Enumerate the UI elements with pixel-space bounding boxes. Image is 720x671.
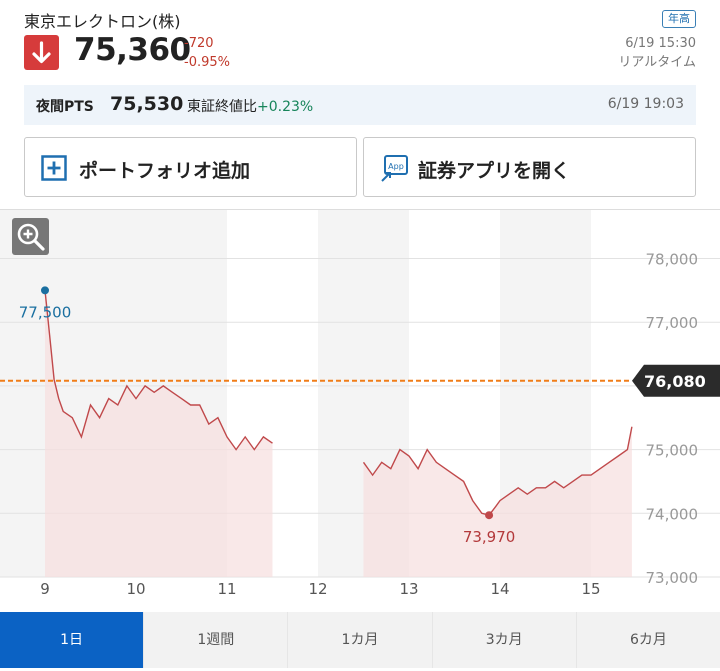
x-tick-label: 11	[217, 580, 236, 598]
pts-label: 夜間PTS	[36, 99, 94, 115]
pts-datetime: 6/19 19:03	[607, 96, 684, 112]
pts-bar: 夜間PTS 75,530 東証終値比+0.23% 6/19 19:03	[24, 85, 696, 125]
stock-name: 東京エレクトロン(株)	[24, 12, 181, 31]
period-tab[interactable]: 3カ月	[431, 612, 576, 668]
low-marker	[485, 511, 494, 520]
add-portfolio-label: ポートフォリオ追加	[79, 160, 251, 182]
x-tick-label: 9	[40, 580, 50, 598]
period-tab[interactable]: 1日	[0, 612, 144, 668]
period-tab[interactable]: 1週間	[143, 612, 287, 668]
current-price: 75,360	[74, 32, 191, 68]
x-tick-label: 15	[581, 580, 600, 598]
x-tick-label: 10	[126, 580, 145, 598]
realtime-label: リアルタイム	[618, 55, 696, 70]
year-high-badge: 年高	[662, 10, 696, 28]
low-label: 73,970	[463, 528, 516, 546]
price-change: -720 -0.95%	[184, 34, 230, 72]
x-tick-label: 13	[399, 580, 418, 598]
change-value: -720	[184, 36, 214, 51]
open-app-button[interactable]: App 証券アプリを開く	[363, 137, 696, 197]
open-app-label: 証券アプリを開く	[418, 160, 571, 182]
plus-square-icon	[41, 155, 67, 185]
intraday-chart[interactable]: 76,080 78,000 77,000 75,000 74,000 73,000 9 10 1…	[0, 210, 720, 610]
app-icon: App	[380, 155, 408, 187]
period-tab[interactable]: 6カ月	[575, 612, 720, 668]
pts-compare-value: +0.23%	[257, 99, 314, 115]
zoom-button[interactable]	[12, 218, 49, 255]
change-percent: -0.95%	[184, 55, 230, 70]
pts-compare-label: 東証終値比	[187, 99, 257, 115]
y-tick-label: 74,000	[646, 505, 699, 523]
zoom-in-icon	[17, 223, 45, 251]
pts-compare: 東証終値比+0.23%	[187, 96, 313, 116]
y-tick-label: 77,000	[646, 314, 699, 332]
y-tick-label: 78,000	[646, 251, 699, 269]
period-tab[interactable]: 1カ月	[287, 612, 431, 668]
pts-price: 75,530	[110, 93, 184, 115]
add-portfolio-button[interactable]: ポートフォリオ追加	[24, 137, 357, 197]
period-tabs: 1日 1週間 1カ月 3カ月 6カ月	[0, 612, 720, 668]
app-icon-text: App	[388, 162, 404, 171]
reference-value: 76,080	[644, 372, 706, 391]
high-marker	[41, 286, 49, 295]
x-tick-label: 12	[308, 580, 327, 598]
x-tick-label: 14	[490, 580, 509, 598]
y-tick-label: 75,000	[646, 442, 699, 460]
price-date: 6/19 15:30	[625, 36, 696, 51]
y-tick-label: 73,000	[646, 569, 699, 587]
high-label: 77,500	[19, 303, 72, 321]
down-arrow-icon	[24, 35, 59, 70]
price-timestamp: 6/19 15:30 リアルタイム	[618, 34, 696, 72]
